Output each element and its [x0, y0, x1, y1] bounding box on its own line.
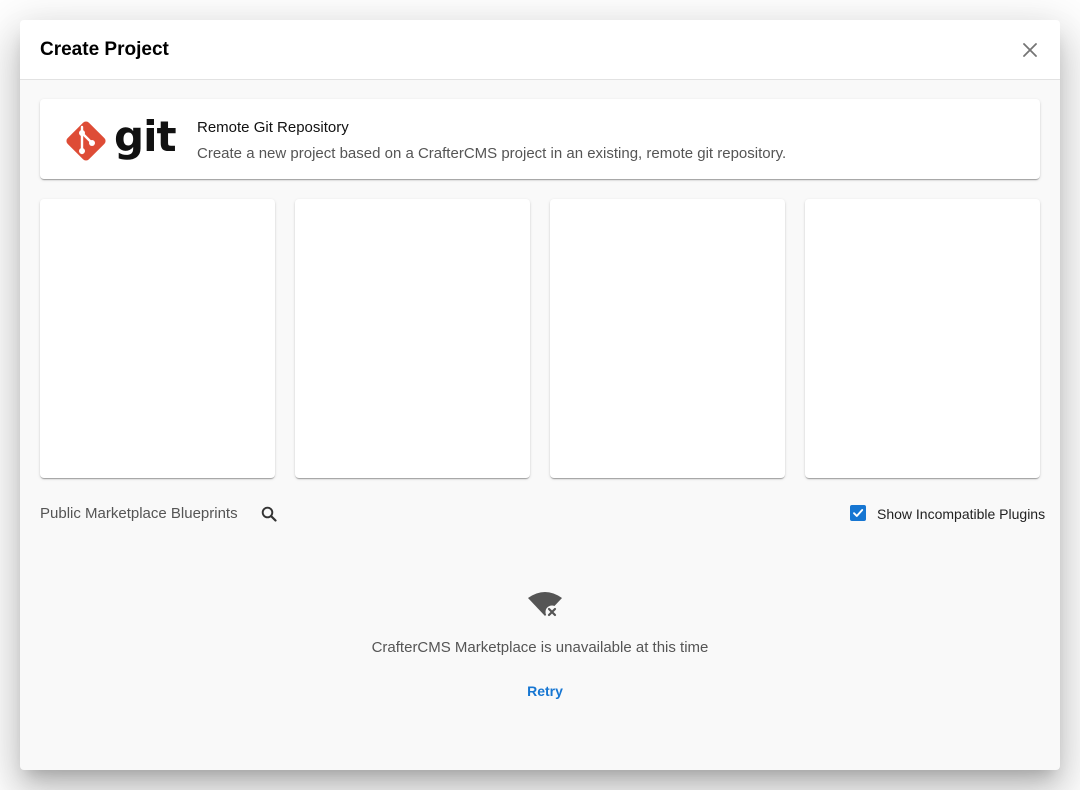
show-incompatible-label[interactable]: Show Incompatible Plugins: [877, 504, 1045, 524]
git-option-description: Create a new project based on a CrafterC…: [197, 145, 787, 162]
blueprint-card-placeholder[interactable]: [40, 199, 275, 478]
remote-git-repository-option[interactable]: git Remote Git Repository Create a new p…: [40, 99, 1040, 179]
git-logo-text: git: [114, 112, 177, 161]
search-icon: [261, 506, 277, 522]
wifi-off-icon: [527, 592, 563, 620]
blueprint-card-placeholder[interactable]: [550, 199, 785, 478]
git-logo: git: [64, 113, 177, 163]
retry-button[interactable]: Retry: [510, 676, 580, 706]
marketplace-section-label: Public Marketplace Blueprints: [40, 505, 238, 522]
close-icon: [1023, 43, 1037, 57]
dialog-header: Create Project: [20, 20, 1060, 80]
blueprint-card-placeholder[interactable]: [805, 199, 1040, 478]
marketplace-unavailable-message: CrafterCMS Marketplace is unavailable at…: [371, 639, 709, 656]
marketplace-search-button[interactable]: [256, 501, 282, 527]
dialog-title: Create Project: [40, 39, 169, 60]
git-option-title: Remote Git Repository: [197, 119, 349, 136]
blueprint-card-placeholder[interactable]: [295, 199, 530, 478]
show-incompatible-checkbox[interactable]: [850, 505, 866, 521]
checkmark-icon: [853, 509, 864, 517]
create-project-dialog: Create Project git Remote Git Repository…: [20, 20, 1060, 770]
close-button[interactable]: [1016, 36, 1044, 64]
